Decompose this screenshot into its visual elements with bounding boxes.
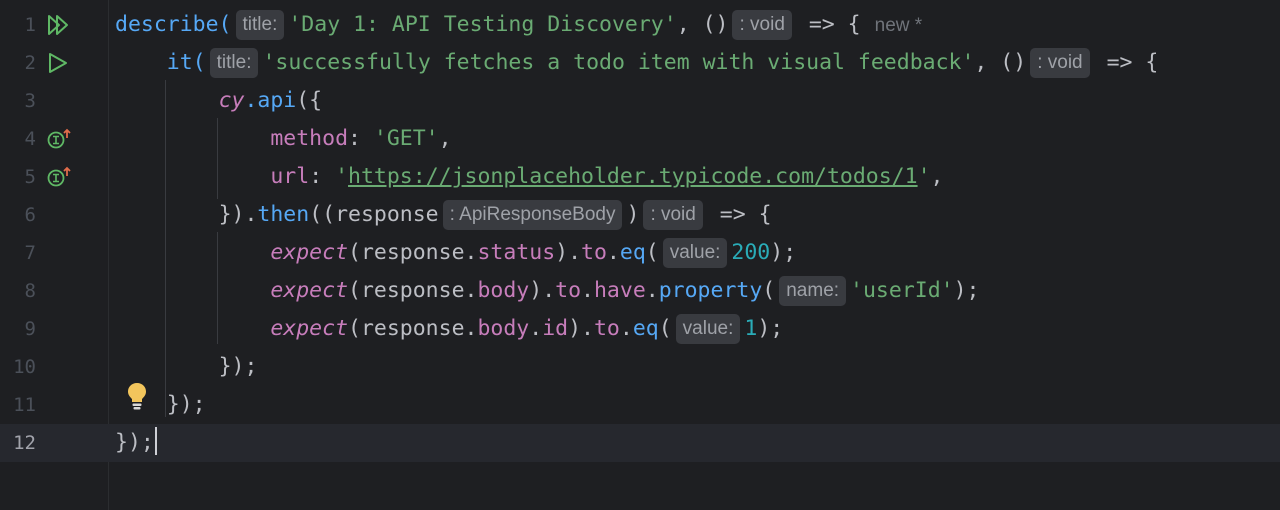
implements-icon[interactable] [46,166,72,188]
lightbulb-icon[interactable] [126,381,148,411]
param-hint: title: [235,10,285,40]
line-number: 1 [24,14,36,36]
type-hint: : void [732,10,792,40]
param-hint: title: [209,48,259,78]
param-hint: name: [779,276,847,306]
code-text[interactable]: describe(title: 'Day 1: API Testing Disco… [115,6,922,45]
line-number: 2 [24,52,36,74]
code-text[interactable]: }).then((response: ApiResponseBody): voi… [115,196,772,234]
code-editor[interactable]: 1 describe(title: 'Day 1: API Testing Dis… [0,0,1280,510]
code-line-12: 12 }); [0,424,1280,462]
code-line-9: 9 expect(response.body.id).to.eq(value: 1… [0,310,1280,348]
code-text[interactable]: expect(response.body).to.have.property(n… [115,272,980,310]
run-suite-icon[interactable] [46,14,72,36]
code-line-2: 2 it(title:'successfully fetches a todo … [0,44,1280,82]
code-line-1: 1 describe(title: 'Day 1: API Testing Dis… [0,6,1280,44]
new-inlay-hint[interactable]: new * [875,15,923,36]
line-number: 11 [13,394,36,416]
code-line-8: 8 expect(response.body).to.have.property… [0,272,1280,310]
line-number: 4 [24,128,36,150]
code-text[interactable]: cy.api({ [115,82,323,120]
code-line-6: 6 }).then((response: ApiResponseBody): v… [0,196,1280,234]
code-text[interactable]: url: 'https://jsonplaceholder.typicode.c… [115,158,943,196]
type-hint: : void [643,200,703,230]
code-text[interactable]: }); [115,424,157,462]
code-line-7: 7 expect(response.status).to.eq(value: 20… [0,234,1280,272]
param-hint: value: [662,238,728,268]
param-hint: value: [675,314,741,344]
code-text[interactable]: method: 'GET', [115,120,451,158]
code-line-10: 10 }); [0,348,1280,386]
code-line-3: 3 cy.api({ [0,82,1280,120]
code-text[interactable]: it(title:'successfully fetches a todo it… [115,44,1158,82]
line-number: 6 [24,204,36,226]
code-text[interactable]: expect(response.status).to.eq(value: 200)… [115,234,796,272]
text-caret [154,427,157,455]
line-number: 9 [24,318,36,340]
code-line-4: 4 method: 'GET', [0,120,1280,158]
implements-icon[interactable] [46,128,72,150]
line-number: 8 [24,280,36,302]
code-line-5: 5 url: 'https://jsonplaceholder.typicode… [0,158,1280,196]
code-line-11: 11 }); [0,386,1280,424]
code-text[interactable]: expect(response.body.id).to.eq(value: 1); [115,310,783,348]
url-link[interactable]: https://jsonplaceholder.typicode.com/tod… [348,164,918,189]
type-hint: : ApiResponseBody [442,200,623,230]
line-number: 10 [13,356,36,378]
line-number: 7 [24,242,36,264]
line-number: 12 [13,432,36,454]
line-number: 5 [24,166,36,188]
run-test-icon[interactable] [46,52,72,74]
line-number: 3 [24,90,36,112]
type-hint: : void [1030,48,1090,78]
